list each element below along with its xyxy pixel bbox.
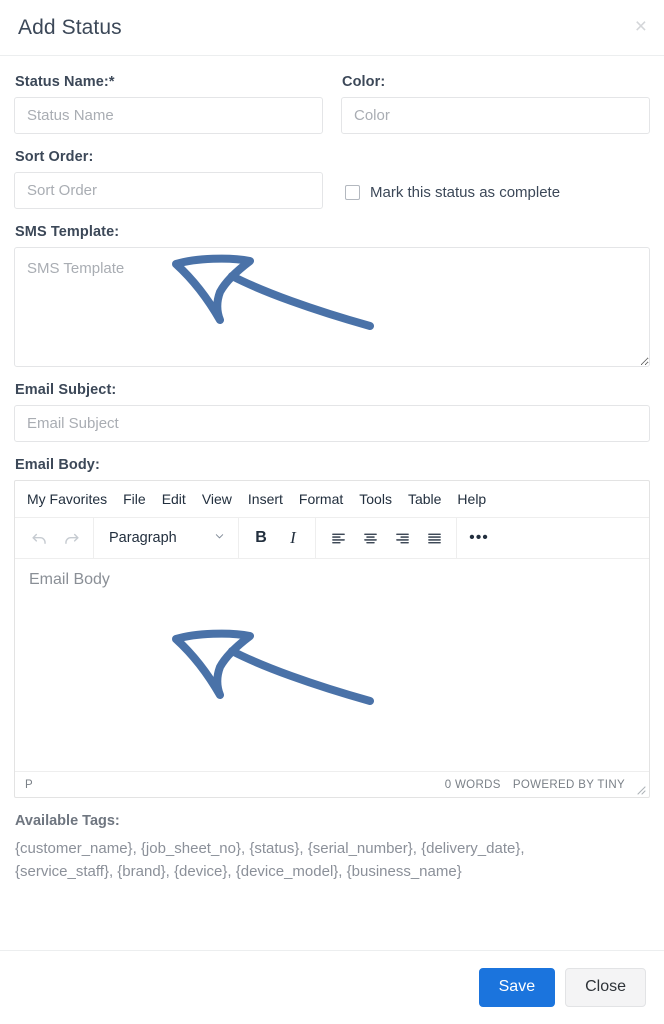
italic-button[interactable]: I bbox=[277, 523, 309, 553]
chevron-down-icon bbox=[214, 530, 225, 546]
toolbar-group-style: B I bbox=[239, 518, 316, 558]
tiny-branding[interactable]: POWERED BY TINY bbox=[513, 779, 625, 791]
save-button[interactable]: Save bbox=[478, 968, 556, 1007]
available-tags-title: Available Tags: bbox=[15, 813, 120, 829]
row-status-name-color: Status Name:* Color: bbox=[14, 74, 650, 149]
align-center-icon[interactable] bbox=[354, 523, 386, 553]
modal-body: Status Name:* Color: Sort Order: Mark th… bbox=[0, 56, 664, 884]
available-tags-section: Available Tags: {customer_name}, {job_sh… bbox=[14, 813, 650, 884]
field-email-body: Email Body: My Favorites File Edit View … bbox=[14, 457, 650, 798]
add-status-modal: Add Status × Status Name:* Color: Sort O… bbox=[0, 0, 664, 1024]
close-button[interactable]: Close bbox=[565, 968, 646, 1007]
menu-help[interactable]: Help bbox=[449, 487, 494, 511]
available-tags-text: {customer_name}, {job_sheet_no}, {status… bbox=[15, 840, 525, 881]
modal-footer: Save Close bbox=[0, 950, 664, 1024]
email-subject-label: Email Subject: bbox=[15, 382, 117, 398]
menu-table[interactable]: Table bbox=[400, 487, 449, 511]
block-format-select[interactable]: Paragraph bbox=[100, 523, 232, 553]
field-status-name: Status Name:* bbox=[14, 74, 323, 134]
word-count: 0 WORDS bbox=[444, 778, 501, 791]
redo-icon[interactable] bbox=[55, 523, 87, 553]
toolbar-group-blockformat: Paragraph bbox=[94, 518, 239, 558]
email-subject-input[interactable] bbox=[14, 405, 650, 442]
menu-insert[interactable]: Insert bbox=[240, 487, 291, 511]
align-justify-icon[interactable] bbox=[418, 523, 450, 553]
editor-menubar: My Favorites File Edit View Insert Forma… bbox=[15, 481, 649, 518]
bold-button[interactable]: B bbox=[245, 523, 277, 553]
field-sms-template: SMS Template: bbox=[14, 224, 650, 367]
field-color: Color: bbox=[341, 74, 650, 134]
mark-complete-label[interactable]: Mark this status as complete bbox=[370, 184, 560, 201]
toolbar-group-more: ••• bbox=[457, 518, 501, 558]
color-input[interactable] bbox=[341, 97, 650, 134]
menu-tools[interactable]: Tools bbox=[351, 487, 400, 511]
tinymce-editor: My Favorites File Edit View Insert Forma… bbox=[14, 480, 650, 798]
menu-edit[interactable]: Edit bbox=[154, 487, 194, 511]
editor-toolbar: Paragraph B I ••• bbox=[15, 518, 649, 559]
email-body-editable[interactable]: Email Body bbox=[15, 559, 649, 771]
align-left-icon[interactable] bbox=[322, 523, 354, 553]
status-name-input[interactable] bbox=[14, 97, 323, 134]
align-right-icon[interactable] bbox=[386, 523, 418, 553]
field-mark-complete: Mark this status as complete bbox=[341, 149, 650, 224]
close-icon[interactable]: × bbox=[635, 16, 647, 37]
editor-statusbar: P 0 WORDS POWERED BY TINY bbox=[15, 771, 649, 797]
toolbar-group-history bbox=[17, 518, 94, 558]
more-options-button[interactable]: ••• bbox=[463, 523, 495, 553]
row-sort-order-complete: Sort Order: Mark this status as complete bbox=[14, 149, 650, 224]
sort-order-input[interactable] bbox=[14, 172, 323, 209]
menu-file[interactable]: File bbox=[115, 487, 154, 511]
block-format-value: Paragraph bbox=[109, 530, 177, 546]
color-label: Color: bbox=[342, 74, 386, 90]
sort-order-label: Sort Order: bbox=[15, 149, 94, 165]
mark-complete-checkbox[interactable] bbox=[345, 185, 360, 200]
element-path[interactable]: P bbox=[25, 779, 33, 791]
modal-header: Add Status × bbox=[0, 0, 664, 56]
page-title: Add Status bbox=[18, 15, 122, 39]
email-body-label: Email Body: bbox=[15, 457, 100, 473]
menu-my-favorites[interactable]: My Favorites bbox=[19, 487, 115, 511]
sms-template-textarea[interactable] bbox=[14, 247, 650, 367]
undo-icon[interactable] bbox=[23, 523, 55, 553]
field-sort-order: Sort Order: bbox=[14, 149, 323, 209]
resize-handle-icon[interactable] bbox=[634, 783, 646, 795]
field-email-subject: Email Subject: bbox=[14, 382, 650, 442]
menu-view[interactable]: View bbox=[194, 487, 240, 511]
status-name-label: Status Name:* bbox=[15, 74, 115, 90]
sms-template-label: SMS Template: bbox=[15, 224, 120, 240]
menu-format[interactable]: Format bbox=[291, 487, 351, 511]
toolbar-group-align bbox=[316, 518, 457, 558]
